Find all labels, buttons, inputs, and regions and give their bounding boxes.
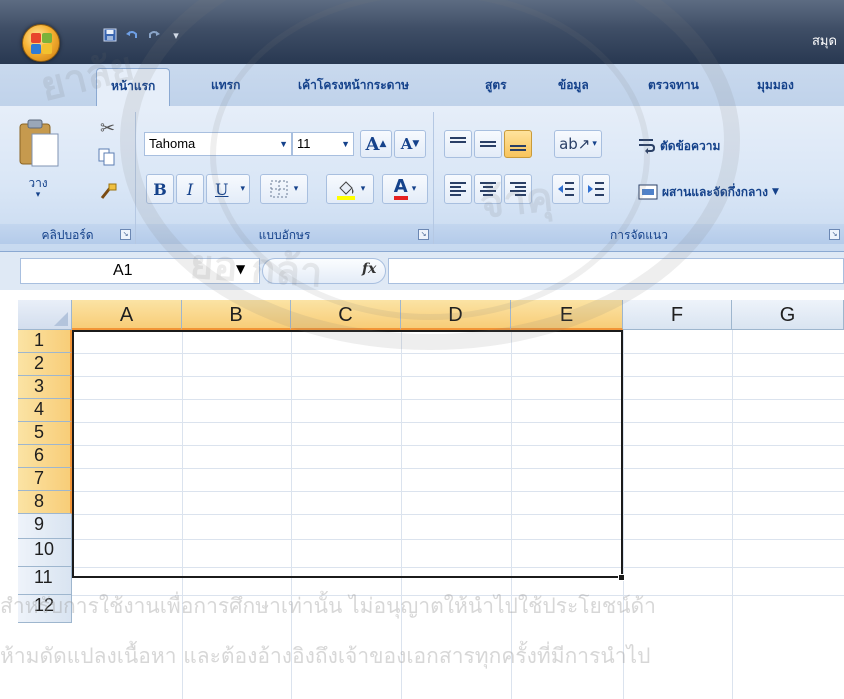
paste-dropdown-icon[interactable]: ▾ xyxy=(18,190,58,200)
paste-icon xyxy=(19,119,59,167)
clipboard-group-label: คลิปบอร์ด xyxy=(0,224,135,244)
row-header-10[interactable]: 10 xyxy=(18,539,72,567)
row-header-5[interactable]: 5 xyxy=(18,422,72,445)
copy-icon[interactable] xyxy=(98,148,116,170)
row-header-7[interactable]: 7 xyxy=(18,468,72,491)
selected-range[interactable] xyxy=(72,330,623,578)
tab-view[interactable]: มุมมอง xyxy=(757,76,794,95)
worksheet-grid[interactable]: A B C D E F G 1 2 3 4 5 6 7 8 9 10 11 12… xyxy=(0,296,844,699)
column-header-g[interactable]: G xyxy=(732,300,844,330)
watermark-line-2: ห้ามดัดแปลงเนื้อหา และต้องอ้างอิงถึงเจ้า… xyxy=(0,644,651,668)
fill-handle[interactable] xyxy=(618,574,625,581)
row-header-3[interactable]: 3 xyxy=(18,376,72,399)
chevron-down-icon: ▼ xyxy=(772,187,779,197)
clipboard-launcher-icon[interactable]: ↘ xyxy=(120,229,131,240)
column-header-a[interactable]: A xyxy=(72,300,182,330)
watermark-seal-text-3: ยอ กล้า xyxy=(188,241,324,297)
row-header-8[interactable]: 8 xyxy=(18,491,72,514)
column-header-f[interactable]: F xyxy=(623,300,732,330)
row-header-6[interactable]: 6 xyxy=(18,445,72,468)
row-header-4[interactable]: 4 xyxy=(18,399,72,422)
name-box-value: A1 xyxy=(113,262,133,279)
clipboard-group-title: คลิปบอร์ด xyxy=(41,228,94,242)
clipboard-group: วาง ▾ ✂ คลิปบอร์ด ↘ xyxy=(0,112,136,244)
paste-button[interactable]: วาง ▾ xyxy=(16,118,64,210)
select-all-button[interactable] xyxy=(18,300,72,330)
row-header-1[interactable]: 1 xyxy=(18,330,72,353)
row-header-2[interactable]: 2 xyxy=(18,353,72,376)
row-header-9[interactable]: 9 xyxy=(18,514,72,539)
watermark-seal-text-2: จ้าคุ xyxy=(477,174,555,228)
alignment-launcher-icon[interactable]: ↘ xyxy=(829,229,840,240)
cut-icon[interactable]: ✂ xyxy=(100,118,115,139)
watermark-line-1: สำหรับการใช้งานเพื่อการศึกษาเท่านั้น ไม่… xyxy=(0,594,656,618)
format-painter-icon[interactable] xyxy=(98,182,118,206)
gridline xyxy=(732,330,733,699)
app-title: สมุด xyxy=(812,33,837,48)
